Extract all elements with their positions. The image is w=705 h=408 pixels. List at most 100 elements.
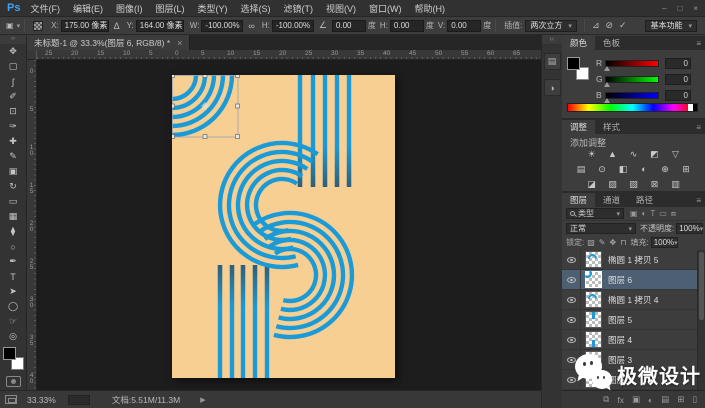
layer-thumbnail[interactable] <box>585 351 602 368</box>
tab-channels[interactable]: 通道 <box>595 193 628 207</box>
filter-adjustment-layers-icon[interactable]: ◐ <box>642 209 647 219</box>
color-lookup-icon[interactable]: ⊞ <box>679 163 693 175</box>
invert-icon[interactable]: ◪ <box>585 178 599 190</box>
layer-row[interactable]: 图层 2 <box>562 370 697 390</box>
y-input[interactable]: 164.00 像素 <box>135 19 184 32</box>
blur-tool[interactable]: ⧫ <box>0 224 26 239</box>
path-selection-tool[interactable]: ➤ <box>0 284 26 299</box>
layer-visibility-eye-icon[interactable] <box>566 296 576 303</box>
layer-visibility-eye-icon[interactable] <box>566 256 576 263</box>
layer-thumbnail[interactable] <box>585 291 602 308</box>
visibility-cell[interactable] <box>562 290 581 309</box>
reference-point-locator[interactable] <box>33 20 44 31</box>
menu-item[interactable]: 窗口(W) <box>369 2 402 15</box>
width-input[interactable]: -100.00% <box>201 19 244 32</box>
menu-item[interactable]: 视图(V) <box>326 2 356 15</box>
color-spectrum-ramp[interactable] <box>567 103 698 112</box>
gradient-tool[interactable]: ▦ <box>0 209 26 224</box>
levels-icon[interactable]: ▲ <box>606 148 620 160</box>
type-tool[interactable]: T <box>0 269 26 284</box>
visibility-cell[interactable] <box>562 350 581 369</box>
layer-name[interactable]: 图层 6 <box>608 274 632 286</box>
layers-scrollbar[interactable] <box>697 250 705 390</box>
brush-tool[interactable]: ✎ <box>0 149 26 164</box>
layer-thumbnail[interactable] <box>583 269 602 288</box>
toolbox-collapse-icon[interactable]: ›› <box>0 35 26 44</box>
crop-tool[interactable]: ⊡ <box>0 104 26 119</box>
layer-mask-icon[interactable]: ▣ <box>632 394 640 405</box>
tab-paths[interactable]: 路径 <box>628 193 661 207</box>
layer-group-icon[interactable]: ▤ <box>661 394 669 405</box>
properties-panel-icon[interactable]: ◑ <box>543 79 561 96</box>
visibility-cell[interactable] <box>562 370 581 389</box>
close-button[interactable]: × <box>693 4 698 13</box>
quick-selection-tool[interactable]: ✐ <box>0 89 26 104</box>
gradient-map-icon[interactable]: ▥ <box>669 178 683 190</box>
menu-item[interactable]: 编辑(E) <box>73 2 103 15</box>
dock-collapse-icon[interactable]: ‹‹ <box>542 35 562 44</box>
menu-item[interactable]: 类型(Y) <box>197 2 227 15</box>
menu-item[interactable]: 图像(I) <box>116 2 143 15</box>
layer-filter-select[interactable]: 类型 ▾ <box>566 208 624 219</box>
interpolation-select[interactable]: 两次立方 ▾ <box>525 19 577 32</box>
layer-row[interactable]: 图层 4 <box>562 330 697 350</box>
zoom-tool[interactable]: ◎ <box>0 329 26 344</box>
eraser-tool[interactable]: ▭ <box>0 194 26 209</box>
filter-type-layers-icon[interactable]: T <box>650 209 655 219</box>
menu-item[interactable]: 帮助(H) <box>414 2 445 15</box>
channel-slider[interactable] <box>604 75 659 87</box>
lock-all-icon[interactable]: ⊓ <box>620 238 626 247</box>
height-input[interactable]: -100.00% <box>271 19 314 32</box>
lock-pixels-icon[interactable]: ✎ <box>599 238 606 247</box>
photo-filter-icon[interactable]: ◐ <box>637 163 651 175</box>
fill-value[interactable]: 100% ▾ <box>650 237 678 248</box>
foreground-color-swatch[interactable] <box>567 57 580 70</box>
relative-position-toggle[interactable]: Δ <box>114 21 120 31</box>
selective-color-icon[interactable]: ⊠ <box>648 178 662 190</box>
history-brush-tool[interactable]: ↻ <box>0 179 26 194</box>
visibility-cell[interactable] <box>562 330 581 349</box>
clone-stamp-tool[interactable]: ▣ <box>0 164 26 179</box>
tool-preset-icon[interactable]: ▣ ▾ <box>6 21 20 30</box>
blend-mode-select[interactable]: 正常 ▾ <box>566 223 636 234</box>
tab-styles[interactable]: 样式 <box>595 120 628 134</box>
layer-row[interactable]: 椭圆 1 拷贝 4 <box>562 290 697 310</box>
menu-item[interactable]: 文件(F) <box>30 2 60 15</box>
history-panel-icon[interactable]: ▤ <box>543 53 561 70</box>
hand-tool[interactable]: ☞ <box>0 314 26 329</box>
exposure-icon[interactable]: ◩ <box>648 148 662 160</box>
black-white-icon[interactable]: ◧ <box>616 163 630 175</box>
channel-value[interactable]: 0 <box>665 73 691 85</box>
layer-effects-icon[interactable]: fx <box>617 395 624 405</box>
lock-position-icon[interactable]: ✥ <box>610 238 617 247</box>
filter-smart-objects-icon[interactable]: ⧈ <box>671 209 676 219</box>
visibility-cell[interactable] <box>562 310 581 329</box>
layer-visibility-eye-icon[interactable] <box>566 376 576 383</box>
pen-tool[interactable]: ✒ <box>0 254 26 269</box>
visibility-cell[interactable] <box>562 250 581 269</box>
workspace-select[interactable]: 基本功能 ▾ <box>645 19 697 32</box>
lock-transparent-icon[interactable]: ▨ <box>587 238 595 247</box>
layer-row[interactable]: 图层 6 <box>562 269 697 290</box>
foreground-color-swatch[interactable] <box>2 347 16 360</box>
maximize-button[interactable]: □ <box>677 4 682 13</box>
quick-mask-icon[interactable] <box>5 376 21 387</box>
document-tab[interactable]: 未标题-1 @ 33.3%(图层 6, RGB/8) * × <box>27 35 191 50</box>
channel-value[interactable]: 0 <box>665 57 691 69</box>
vibrance-icon[interactable]: ▽ <box>669 148 683 160</box>
visibility-cell[interactable] <box>562 270 581 289</box>
layer-name[interactable]: 图层 2 <box>608 374 632 386</box>
x-input[interactable]: 175.00 像素 <box>60 19 109 32</box>
adjustment-layer-icon[interactable]: ◐ <box>648 395 653 405</box>
healing-brush-tool[interactable]: ✚ <box>0 134 26 149</box>
layer-row[interactable]: 图层 3 <box>562 350 697 370</box>
layer-visibility-eye-icon[interactable] <box>566 336 576 343</box>
layer-thumbnail[interactable] <box>585 371 602 388</box>
link-dimensions-icon[interactable]: ∞ <box>248 21 254 31</box>
shape-tool[interactable]: ◯ <box>0 299 26 314</box>
layer-thumbnail[interactable] <box>585 331 602 348</box>
hue-saturation-icon[interactable]: ▤ <box>574 163 588 175</box>
channel-mixer-icon[interactable]: ⊕ <box>658 163 672 175</box>
panel-menu-icon[interactable]: ≡ <box>696 123 701 132</box>
marquee-tool[interactable]: ▢ <box>0 59 26 74</box>
